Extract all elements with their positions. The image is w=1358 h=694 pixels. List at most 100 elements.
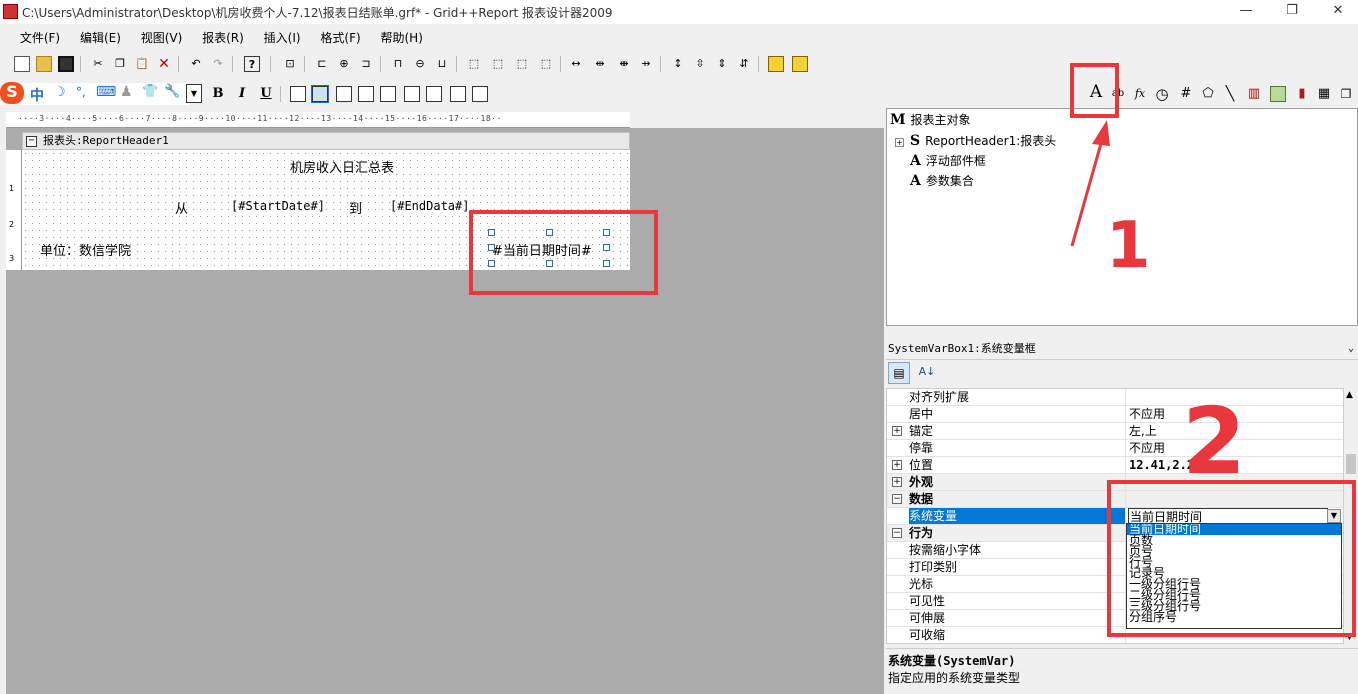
bring-front-icon[interactable]	[768, 56, 784, 72]
center-in-section-icon[interactable]: ⬚	[538, 56, 554, 72]
report-title-label[interactable]: 机房收入日汇总表	[290, 157, 394, 176]
sort-az-icon[interactable]: A↓	[916, 362, 938, 384]
menu-view[interactable]: 视图(V)	[133, 26, 191, 49]
close-button[interactable]: ✕	[1315, 0, 1358, 24]
prop-row[interactable]: 对齐列扩展	[887, 389, 1343, 406]
bold-button[interactable]: B	[210, 86, 226, 102]
summary-box-icon[interactable]: #	[1178, 86, 1194, 102]
collapse-icon[interactable]: −	[892, 494, 902, 504]
scroll-up-icon[interactable]: ▲	[1346, 390, 1353, 400]
text-align-middle-center-icon[interactable]	[380, 86, 396, 102]
prop-row[interactable]: 停靠 不应用	[887, 440, 1343, 457]
chevron-down-icon[interactable]: ⌄	[1348, 340, 1354, 358]
menu-edit[interactable]: 编辑(E)	[72, 26, 129, 49]
same-width-icon[interactable]: ⬚	[466, 56, 482, 72]
select-all-icon[interactable]: ⊡	[282, 56, 298, 72]
horizontal-spacing-inc-icon[interactable]: ⇹	[592, 56, 608, 72]
tree-expand-icon[interactable]: +	[895, 138, 904, 147]
sogou-ime-icon[interactable]: S	[0, 82, 24, 104]
picture-box-icon[interactable]	[1270, 86, 1286, 102]
undo-icon[interactable]: ↶	[188, 56, 204, 72]
text-align-bottom-left-icon[interactable]	[336, 86, 352, 102]
horizontal-spacing-icon[interactable]: ↔	[568, 56, 584, 72]
vertical-spacing-remove-icon[interactable]: ⇵	[736, 56, 752, 72]
ime-halfwidth-icon[interactable]: ☽	[54, 85, 66, 100]
free-shape-icon[interactable]: ⬠	[1200, 86, 1216, 102]
align-middle-icon[interactable]: ⊖	[412, 56, 428, 72]
cut-icon[interactable]: ✂	[90, 56, 106, 72]
align-left-icon[interactable]: ⊏	[314, 56, 330, 72]
text-align-top-center-icon[interactable]	[358, 86, 374, 102]
open-folder-icon[interactable]	[36, 56, 52, 72]
redo-icon[interactable]: ↷	[210, 56, 226, 72]
tree-item-floating[interactable]: A 浮动部件框	[910, 152, 986, 169]
align-center-icon[interactable]: ⊕	[336, 56, 352, 72]
save-icon[interactable]	[58, 56, 74, 72]
to-label[interactable]: 到	[349, 198, 362, 217]
ime-punctuation-icon[interactable]: °,	[76, 85, 86, 99]
delete-icon[interactable]: ✕	[156, 56, 172, 72]
system-var-clock-icon[interactable]: ◷	[1154, 86, 1170, 102]
object-selector[interactable]: SystemVarBox1:系统变量框 ⌄	[886, 340, 1358, 360]
text-align-bottom-right-icon[interactable]	[472, 86, 488, 102]
italic-button[interactable]: I	[234, 86, 250, 102]
text-align-top-right-icon[interactable]	[426, 86, 442, 102]
font-size-dropdown[interactable]: ▼	[186, 84, 202, 103]
menu-report[interactable]: 报表(R)	[194, 26, 252, 49]
ime-user-icon[interactable]: ♟	[120, 84, 133, 100]
tree-item-parameters[interactable]: A 参数集合	[910, 172, 974, 189]
prop-row[interactable]: + 锚定 左,上	[887, 423, 1343, 440]
tree-root[interactable]: M 报表主对象	[890, 111, 971, 128]
menu-file[interactable]: 文件(F)	[12, 26, 68, 49]
text-align-middle-right-icon[interactable]	[450, 86, 466, 102]
richtext-box-icon[interactable]: ❐	[1338, 86, 1354, 102]
send-back-icon[interactable]	[792, 56, 808, 72]
restore-button[interactable]: ❐	[1269, 0, 1315, 24]
prop-row[interactable]: 居中 不应用	[887, 406, 1343, 423]
menu-help[interactable]: 帮助(H)	[373, 26, 431, 49]
line-tool-icon[interactable]: ╲	[1222, 86, 1238, 102]
tree-item-report-header[interactable]: + S ReportHeader1:报表头	[895, 132, 1056, 149]
horizontal-spacing-dec-icon[interactable]: ⇼	[616, 56, 632, 72]
align-bottom-icon[interactable]: ⊔	[434, 56, 450, 72]
barcode-box-icon[interactable]: ▥	[1246, 86, 1262, 102]
same-height-icon[interactable]: ⬚	[514, 56, 530, 72]
ime-chinese-mode[interactable]: 中	[30, 85, 44, 105]
expand-icon[interactable]: +	[892, 477, 902, 487]
unit-label[interactable]: 单位：数信学院	[40, 240, 131, 259]
horizontal-spacing-remove-icon[interactable]: ⇸	[638, 56, 654, 72]
align-right-icon[interactable]: ⊐	[358, 56, 374, 72]
ime-tools-icon[interactable]: 🔧	[164, 84, 180, 99]
vertical-spacing-icon[interactable]: ↕	[670, 56, 686, 72]
subreport-icon[interactable]: ▦	[1316, 86, 1332, 102]
expand-icon[interactable]: +	[892, 460, 902, 470]
underline-button[interactable]: U	[258, 86, 274, 102]
copy-icon[interactable]: ❐	[112, 56, 128, 72]
text-align-middle-left-icon[interactable]	[311, 85, 329, 103]
expand-icon[interactable]: +	[892, 426, 902, 436]
same-size-icon[interactable]: ⬚	[490, 56, 506, 72]
help-icon[interactable]: ?	[244, 56, 260, 72]
from-label[interactable]: 从	[175, 198, 188, 217]
section-collapse-icon[interactable]: −	[26, 136, 37, 147]
ime-keyboard-icon[interactable]: ⌨	[96, 84, 116, 100]
menu-insert[interactable]: 插入(I)	[256, 26, 309, 49]
collapse-icon[interactable]: −	[892, 528, 902, 538]
text-align-top-left-icon[interactable]	[290, 86, 306, 102]
vertical-spacing-inc-icon[interactable]: ⇳	[692, 56, 708, 72]
chart-box-icon[interactable]: ▮	[1294, 86, 1310, 102]
text-align-bottom-center-icon[interactable]	[404, 86, 420, 102]
report-header-section-bar[interactable]: − 报表头:ReportHeader1	[22, 132, 630, 150]
end-date-param[interactable]: [#EndData#]	[390, 199, 469, 213]
new-file-icon[interactable]	[14, 56, 30, 72]
vertical-spacing-dec-icon[interactable]: ⇕	[714, 56, 730, 72]
menu-format[interactable]: 格式(F)	[312, 26, 368, 49]
scroll-thumb[interactable]	[1346, 454, 1356, 474]
paste-icon[interactable]: 📋	[134, 56, 150, 72]
field-box-tool[interactable]: fx	[1132, 86, 1148, 102]
align-top-icon[interactable]: ⊓	[390, 56, 406, 72]
minimize-button[interactable]: —	[1223, 0, 1269, 24]
categorized-view-icon[interactable]: ▤	[888, 362, 910, 384]
ime-skin-icon[interactable]: 👕	[142, 84, 158, 99]
start-date-param[interactable]: [#StartDate#]	[231, 199, 325, 213]
